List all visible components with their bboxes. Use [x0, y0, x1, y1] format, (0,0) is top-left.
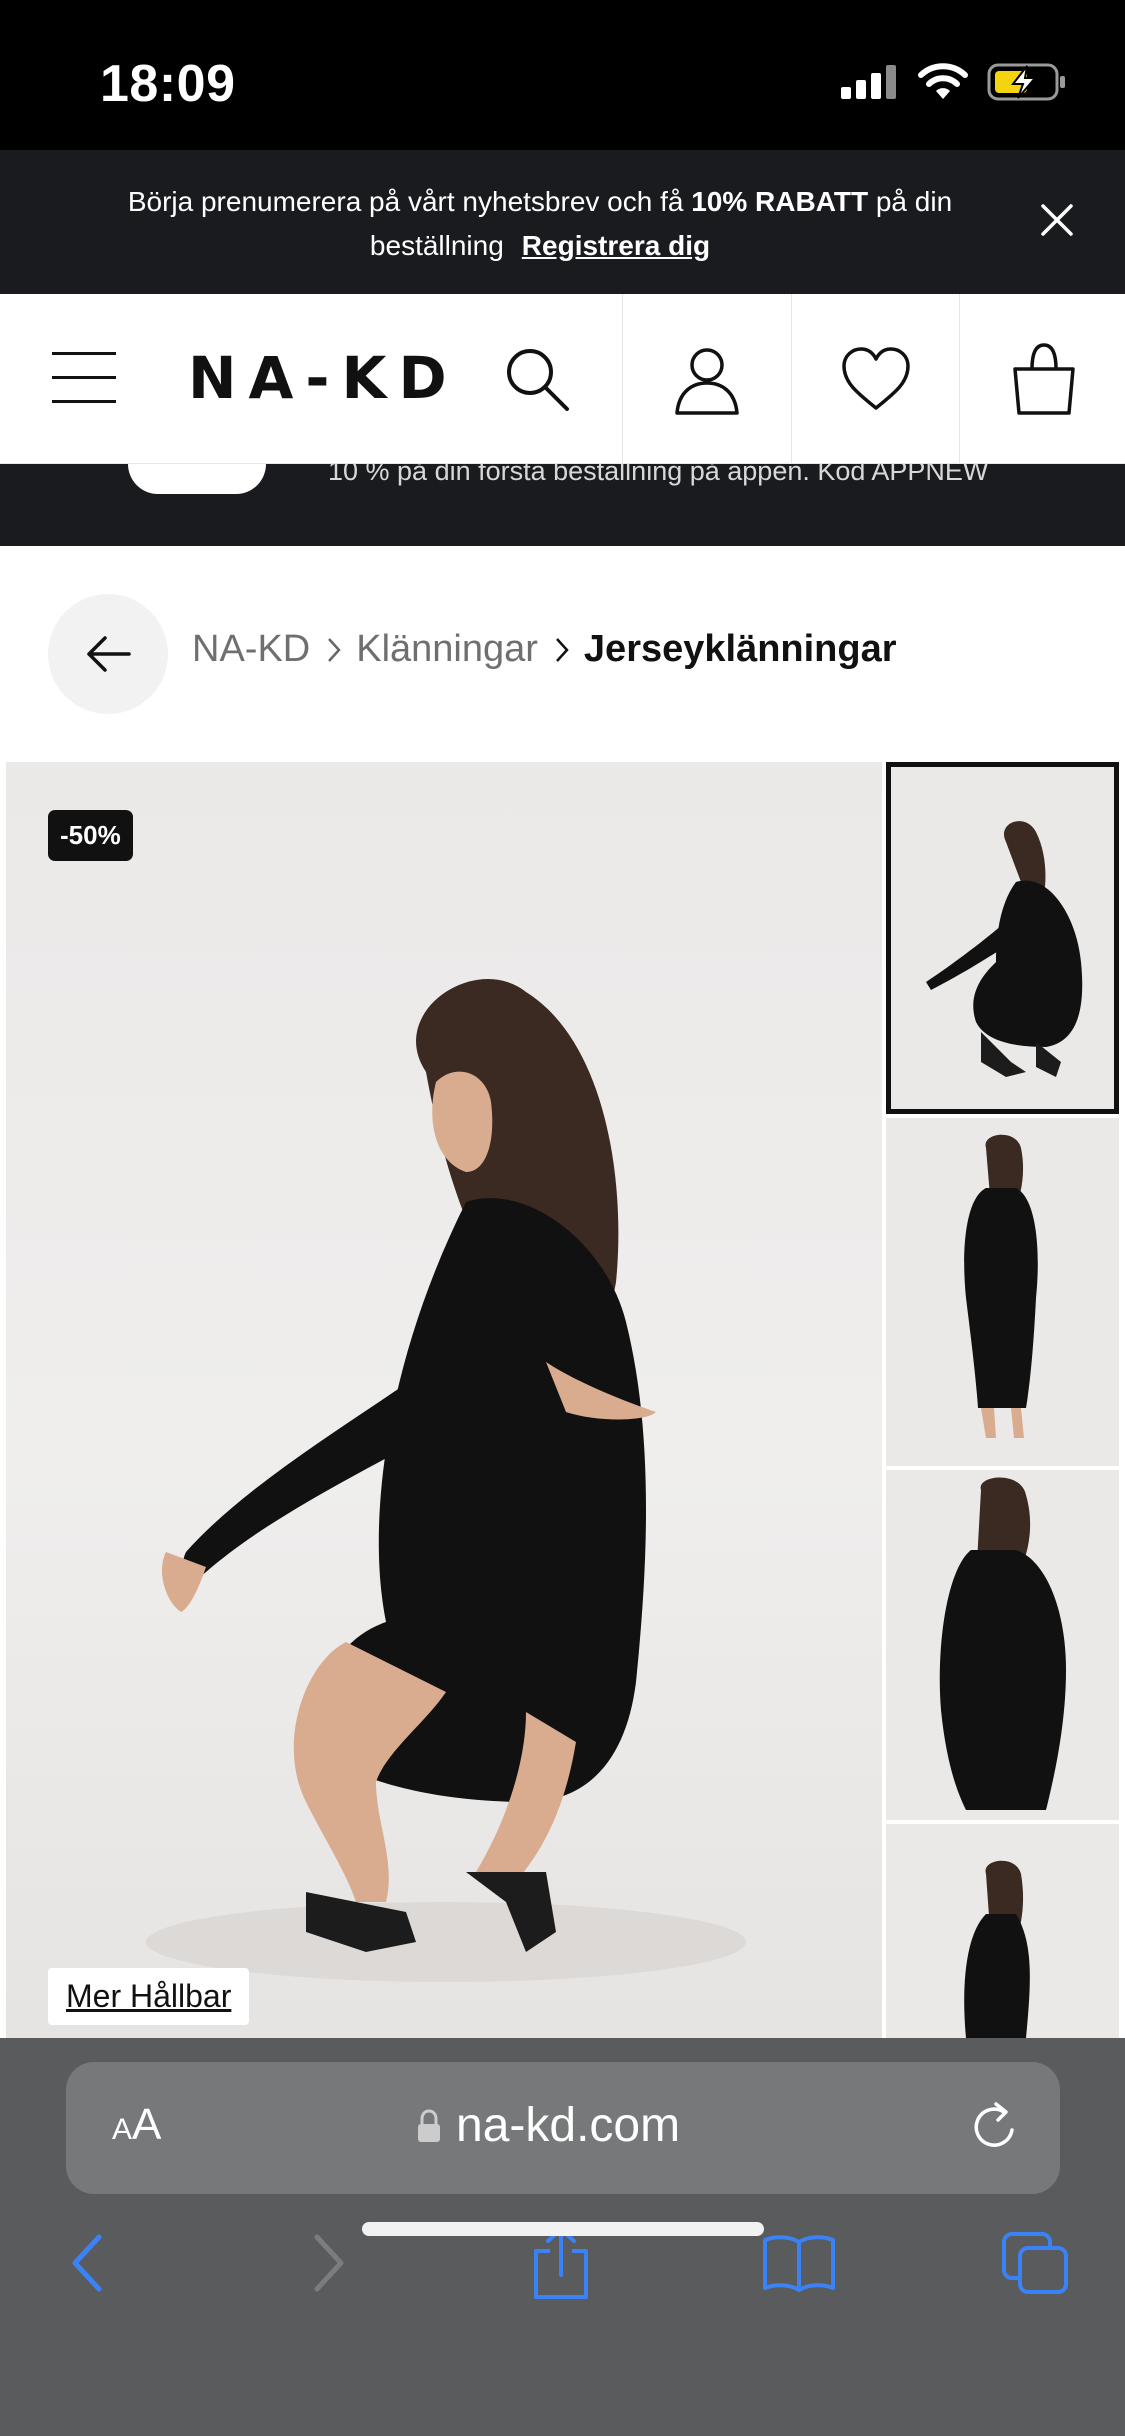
chevron-right-icon	[314, 2234, 344, 2292]
bookmarks-button[interactable]	[754, 2218, 844, 2308]
site-header: NA-KD	[0, 294, 1125, 464]
cellular-signal-icon	[841, 65, 896, 99]
home-indicator	[362, 2222, 764, 2236]
breadcrumb: NA-KD Klänningar Jerseyklänningar	[0, 594, 1125, 714]
lock-icon	[418, 2108, 440, 2142]
search-button[interactable]	[453, 294, 621, 464]
browser-toolbar: AA na-kd.com	[0, 2038, 1125, 2436]
heart-icon	[842, 347, 910, 410]
cart-button[interactable]	[960, 294, 1125, 464]
tabs-icon	[1002, 2232, 1068, 2294]
menu-icon[interactable]	[52, 352, 116, 406]
newsletter-text-before: Börja prenumerera på vårt nyhetsbrev och…	[127, 186, 692, 217]
status-bar: 18:09	[0, 0, 1125, 150]
thumbnail-photo	[964, 1860, 1030, 2038]
promo-pill	[128, 464, 266, 494]
arrow-left-icon	[87, 636, 131, 672]
product-thumbnail[interactable]	[886, 1470, 1119, 1820]
book-icon	[763, 2235, 835, 2292]
newsletter-signup-link[interactable]: Registrera dig	[522, 230, 710, 261]
shopping-bag-icon	[1013, 343, 1075, 415]
site-logo[interactable]: NA-KD	[188, 344, 459, 412]
thumbnail-photo	[964, 1134, 1038, 1438]
chevron-right-icon	[554, 635, 570, 665]
reload-icon[interactable]	[968, 2100, 1022, 2154]
newsletter-text: Börja prenumerera på vårt nyhetsbrev och…	[120, 180, 960, 268]
product-main-image[interactable]: -50% Mer Hållbar	[6, 762, 882, 2038]
tabs-button[interactable]	[990, 2218, 1080, 2308]
product-thumbnail[interactable]	[886, 1824, 1119, 2038]
close-icon[interactable]	[1037, 200, 1077, 240]
chevron-right-icon	[326, 635, 342, 665]
url-text: na-kd.com	[456, 2099, 681, 2152]
url-display[interactable]: na-kd.com	[416, 2098, 680, 2153]
user-icon	[675, 348, 739, 415]
back-button[interactable]	[48, 594, 168, 714]
product-thumbnail[interactable]	[886, 762, 1119, 1114]
newsletter-banner: Börja prenumerera på vårt nyhetsbrev och…	[0, 150, 1125, 294]
product-thumbnail[interactable]	[886, 1118, 1119, 1466]
status-time: 18:09	[100, 55, 236, 113]
breadcrumb-item-current: Jerseyklänningar	[583, 628, 897, 670]
newsletter-discount: 10% RABATT	[691, 186, 869, 217]
app-promo-banner[interactable]: 10 % på din första beställning på appen.…	[0, 464, 1125, 546]
battery-charging-icon	[987, 63, 1065, 101]
browser-back-button[interactable]	[42, 2218, 132, 2308]
search-icon	[507, 349, 569, 411]
thumbnail-photo	[939, 1477, 1066, 1810]
address-bar[interactable]: AA na-kd.com	[66, 2062, 1060, 2194]
browser-forward-button[interactable]	[284, 2218, 374, 2308]
account-button[interactable]	[623, 294, 791, 464]
status-icons	[841, 62, 1067, 102]
breadcrumb-item-category[interactable]: Klänningar	[356, 628, 538, 671]
text-size-button[interactable]: AA	[112, 2100, 161, 2150]
breadcrumb-item-home[interactable]: NA-KD	[192, 628, 310, 671]
thumbnail-photo	[926, 821, 1083, 1077]
wifi-icon	[918, 63, 968, 99]
wishlist-button[interactable]	[792, 294, 960, 464]
promo-text: 10 % på din första beställning på appen.…	[328, 464, 989, 486]
sustainability-label[interactable]: Mer Hållbar	[48, 1968, 250, 2025]
chevron-left-icon	[72, 2234, 102, 2292]
share-icon	[534, 2227, 588, 2299]
breadcrumb-trail: NA-KD Klänningar Jerseyklänningar	[192, 628, 897, 671]
model-photo	[146, 979, 746, 1982]
discount-badge: -50%	[48, 810, 133, 861]
